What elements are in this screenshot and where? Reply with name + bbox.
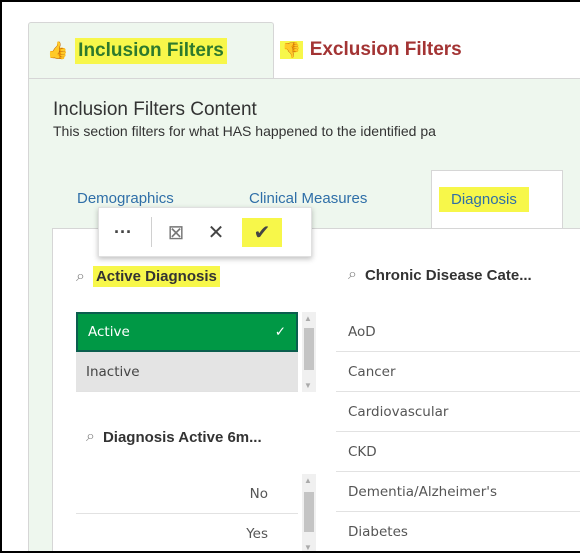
close-icon: ✕ (207, 221, 225, 244)
chronic-disease-title[interactable]: ⌕ Chronic Disease Cate... (348, 266, 532, 284)
list-item-label: Cancer (348, 363, 396, 380)
tab-inclusion-label: Inclusion Filters (75, 37, 227, 64)
list-item-label: AoD (348, 323, 376, 340)
chronic-disease-title-text: Chronic Disease Cate... (364, 266, 532, 284)
tab-diagnosis[interactable]: Diagnosis (439, 187, 529, 212)
scroll-down-icon: ▼ (304, 543, 312, 552)
search-icon: ⌕ (86, 428, 95, 445)
more-icon: ··· (114, 221, 132, 242)
scroll-down-icon: ▼ (304, 381, 312, 390)
list-item-inactive[interactable]: Inactive (76, 352, 298, 392)
diagnosis-active-6m-title[interactable]: ⌕ Diagnosis Active 6m... (86, 428, 262, 446)
tab-exclusion-filters[interactable]: 👎 Exclusion Filters (280, 24, 462, 76)
check-icon: ✓ (274, 324, 286, 340)
list-item-cardiovascular[interactable]: Cardiovascular (336, 392, 580, 432)
list-item-no[interactable]: No (76, 474, 298, 514)
list-item-diabetes[interactable]: Diabetes (336, 512, 580, 551)
active-diagnosis-title[interactable]: ⌕ Active Diagnosis (76, 266, 220, 287)
tab-exclusion-label: Exclusion Filters (309, 39, 462, 60)
content-description: This section filters for what HAS happen… (53, 123, 436, 139)
list-item-cancer[interactable]: Cancer (336, 352, 580, 392)
list-item-label: Yes (246, 526, 268, 542)
list-item-dementia[interactable]: Dementia/Alzheimer's (336, 472, 580, 512)
scrollbar[interactable]: ▲ ▼ (302, 474, 316, 552)
scrollbar-thumb[interactable] (304, 328, 314, 370)
tab-clinical-measures[interactable]: Clinical Measures (249, 190, 367, 207)
thumbs-down-icon: 👎 (280, 41, 303, 59)
list-item-label: Inactive (86, 363, 140, 380)
app-frame: 👍 Inclusion Filters 👎 Exclusion Filters … (0, 0, 580, 553)
scrollbar[interactable]: ▲ ▼ (302, 312, 316, 392)
tab-diagnosis-label: Diagnosis (439, 187, 529, 212)
more-options-button[interactable]: ··· (99, 212, 147, 252)
tab-inclusion-filters[interactable]: 👍 Inclusion Filters (28, 22, 274, 78)
search-icon: ⌕ (76, 267, 85, 285)
list-item-label: CKD (348, 443, 377, 460)
check-icon: ✔ (241, 217, 283, 247)
list-item-label: Active (88, 324, 130, 340)
active-diagnosis-title-text: Active Diagnosis (92, 266, 220, 287)
scroll-up-icon: ▲ (304, 314, 312, 323)
confirm-selection-button[interactable]: ✔ (236, 212, 288, 252)
list-item-label: No (249, 485, 268, 502)
list-item-ckd[interactable]: CKD (336, 432, 580, 472)
clear-selection-icon: ⊠ (167, 221, 185, 244)
diagnosis-active-6m-listbox: ⌕ Diagnosis Active 6m... No Yes ▲ ▼ (76, 402, 324, 552)
filter-type-tabs: 👍 Inclusion Filters 👎 Exclusion Filters (2, 2, 580, 82)
list-item-label: Dementia/Alzheimer's (348, 483, 498, 500)
diagnosis-active-6m-title-text: Diagnosis Active 6m... (102, 428, 262, 446)
cancel-selection-button[interactable]: ✕ (196, 212, 236, 252)
chronic-disease-listbox: ⌕ Chronic Disease Cate... AoD Cancer Car… (336, 244, 580, 551)
search-icon: ⌕ (348, 266, 357, 283)
list-item-active[interactable]: Active ✓ (76, 312, 298, 352)
list-item-aod[interactable]: AoD (336, 312, 580, 352)
scroll-up-icon: ▲ (304, 476, 312, 485)
list-item-label: Cardiovascular (348, 403, 449, 420)
clear-selections-button[interactable]: ⊠ (156, 212, 196, 252)
list-item-yes[interactable]: Yes (76, 514, 298, 551)
list-item-label: Diabetes (348, 524, 408, 540)
content-title: Inclusion Filters Content (53, 99, 257, 120)
scrollbar-thumb[interactable] (304, 492, 314, 532)
tab-demographics[interactable]: Demographics (77, 190, 174, 207)
selection-toolbar: ··· ⊠ ✕ ✔ (98, 207, 312, 257)
thumbs-up-icon: 👍 (47, 40, 69, 60)
active-diagnosis-listbox: ⌕ Active Diagnosis Active ✓ Inactive ▲ ▼ (76, 244, 324, 394)
toolbar-divider (151, 217, 152, 247)
